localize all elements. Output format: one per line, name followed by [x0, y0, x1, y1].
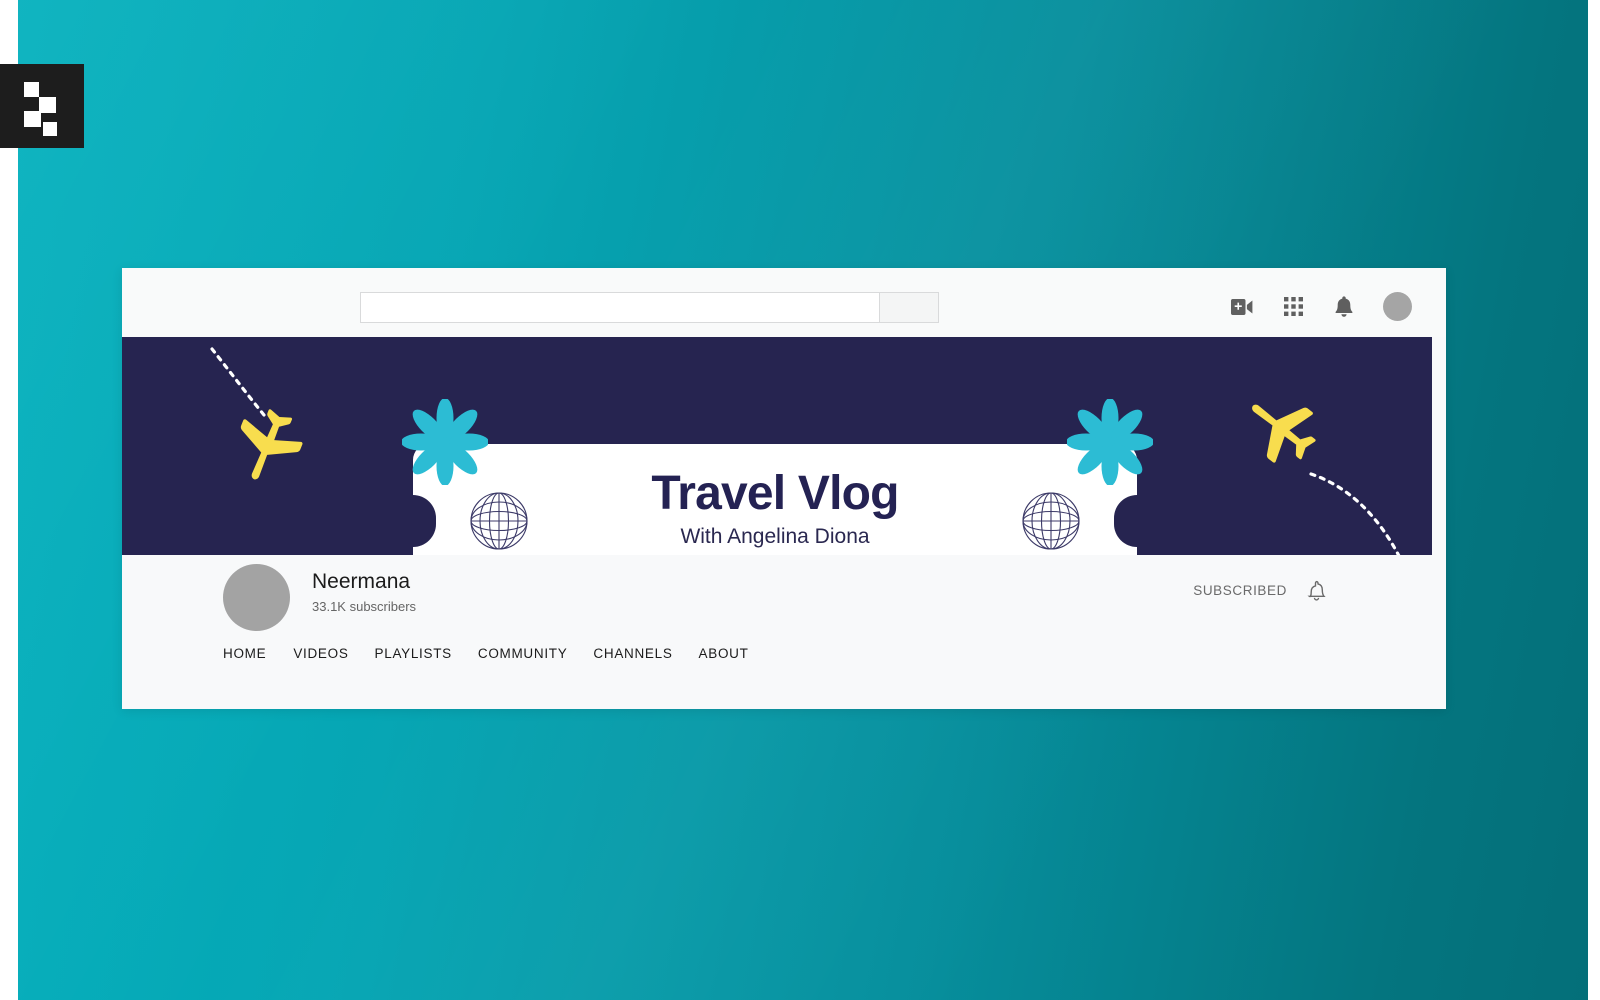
- ticket-body: Travel Vlog With Angelina Diona: [413, 444, 1137, 555]
- subscriber-count: 33.1K subscribers: [312, 599, 417, 615]
- flower-right-icon: [1067, 399, 1153, 485]
- ticket-text-block: Travel Vlog With Angelina Diona: [413, 468, 1137, 549]
- logo-pixel-block: [24, 82, 39, 97]
- topbar-actions: [1230, 292, 1412, 321]
- screenshot-root: Travel Vlog With Angelina Diona Neermana…: [0, 0, 1600, 1000]
- banner-subtitle: With Angelina Diona: [680, 524, 870, 548]
- browser-top-bar: [122, 268, 1446, 337]
- bell-outline-icon[interactable]: [1307, 580, 1326, 601]
- tab-videos[interactable]: VIDEOS: [293, 646, 374, 661]
- channel-avatar[interactable]: [223, 564, 290, 631]
- channel-nav-tabs: HOME VIDEOS PLAYLISTS COMMUNITY CHANNELS…: [223, 646, 775, 661]
- tab-community[interactable]: COMMUNITY: [478, 646, 594, 661]
- channel-meta: Neermana 33.1K subscribers: [312, 569, 416, 614]
- search-bar: [360, 292, 939, 323]
- channel-info-strip: Neermana 33.1K subscribers SUBSCRIBED: [122, 555, 1446, 632]
- tab-channels[interactable]: CHANNELS: [593, 646, 698, 661]
- flower-left-icon: [402, 399, 488, 485]
- channel-name: Neermana: [312, 570, 411, 593]
- pixel-logo-mark-icon: [0, 64, 84, 148]
- logo-pixel-block: [43, 122, 57, 136]
- create-video-icon[interactable]: [1230, 295, 1254, 319]
- channel-banner: Travel Vlog With Angelina Diona: [122, 337, 1432, 555]
- subscribe-area: SUBSCRIBED: [1193, 580, 1326, 601]
- logo-pixel-block: [39, 97, 56, 113]
- tab-playlists[interactable]: PLAYLISTS: [375, 646, 478, 661]
- tab-about[interactable]: ABOUT: [699, 646, 775, 661]
- avatar[interactable]: [1383, 292, 1412, 321]
- banner-title: Travel Vlog: [651, 467, 899, 520]
- search-input[interactable]: [360, 292, 879, 323]
- logo-pixel-block: [24, 111, 41, 127]
- apps-grid-icon[interactable]: [1281, 295, 1305, 319]
- tab-home[interactable]: HOME: [223, 646, 293, 661]
- subscribed-button[interactable]: SUBSCRIBED: [1193, 583, 1287, 598]
- search-submit-button[interactable]: [879, 292, 939, 323]
- flight-trail-right-icon: [1309, 472, 1401, 555]
- youtube-channel-card: Travel Vlog With Angelina Diona Neermana…: [122, 268, 1446, 709]
- notifications-bell-icon[interactable]: [1332, 295, 1356, 319]
- travel-ticket-card: Travel Vlog With Angelina Diona: [413, 444, 1137, 555]
- airplane-right-icon: [1252, 404, 1316, 463]
